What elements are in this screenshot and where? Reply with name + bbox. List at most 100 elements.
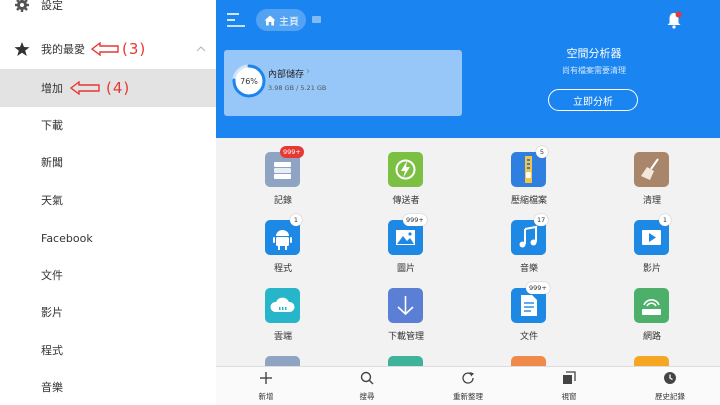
grid-item-archive[interactable]: 5 壓縮檔案 (469, 138, 589, 206)
sidebar-item-music[interactable]: 音樂 (0, 368, 216, 405)
sidebar-item-news[interactable]: 新聞 (0, 143, 216, 181)
grid-item-cloud[interactable]: 雲端 (223, 274, 343, 342)
broom-icon (634, 152, 669, 187)
plus-icon (260, 372, 272, 384)
grid-item-label: 雲端 (273, 332, 292, 342)
breadcrumb-folder-icon[interactable] (312, 16, 321, 23)
breadcrumb-home[interactable]: 主頁 (256, 9, 306, 31)
annotation-arrow-icon (91, 42, 119, 56)
annotation-arrow-icon (70, 81, 100, 95)
storage-card[interactable]: 76% 內部儲存 › 3.98 GB / 5.21 GB (224, 50, 462, 116)
bell-icon[interactable] (666, 11, 682, 29)
breadcrumb-label: 主頁 (279, 16, 299, 28)
grid-item-label: 程式 (273, 264, 292, 274)
sidebar-item-label: Facebook (41, 231, 93, 245)
grid-item-clean[interactable]: 清理 (592, 138, 712, 206)
home-icon (264, 15, 276, 25)
grid-item-label: 壓縮檔案 (510, 196, 547, 206)
grid-item-label: 文件 (519, 332, 538, 342)
chevron-up-icon[interactable] (196, 45, 206, 53)
grid-item-partial[interactable] (592, 342, 712, 366)
sidebar-item-label: 新聞 (41, 156, 63, 169)
grid-item-network[interactable]: 網路 (592, 274, 712, 342)
new-button[interactable]: 新增 (226, 367, 306, 405)
android-icon: 1 (265, 214, 302, 255)
sidebar-item-label: 下載 (41, 119, 63, 132)
sidebar-item-downloads[interactable]: 下載 (0, 106, 216, 144)
analyzer-title: 空間分析器 (566, 47, 622, 60)
storage-size: 3.98 GB / 5.21 GB (268, 84, 327, 92)
grid-item-label: 傳送者 (392, 196, 420, 206)
grid-item-download-manager[interactable]: 下載管理 (346, 274, 466, 342)
annotation-label: (4) (106, 79, 131, 97)
grid-item-documents[interactable]: 999+ 文件 (469, 274, 589, 342)
grid-item-video[interactable]: 1 影片 (592, 206, 712, 274)
sidebar-item-weather[interactable]: 天氣 (0, 181, 216, 219)
star-icon (14, 42, 30, 56)
clock-icon (664, 372, 676, 384)
category-grid: 999+ 記錄 傳送者 5 壓縮檔案 清理 1 程式 999+ 圖片 17 音樂… (216, 138, 720, 366)
grid-item-label: 下載管理 (387, 332, 424, 342)
grid-item-music[interactable]: 17 音樂 (469, 206, 589, 274)
sidebar-item-label: 影片 (41, 306, 63, 319)
sidebar-item-label: 我的最愛 (41, 43, 85, 56)
grid-item-apps[interactable]: 1 程式 (223, 206, 343, 274)
analyzer-subtitle: 尚有檔案需要清理 (562, 66, 626, 75)
video-icon: 1 (634, 214, 671, 255)
cloud-icon (265, 288, 300, 323)
grid-item-records[interactable]: 999+ 記錄 (223, 138, 343, 206)
windows-icon (563, 371, 576, 384)
search-button[interactable]: 搜尋 (327, 367, 407, 405)
bottom-toolbar: 新增 搜尋 重新整理 視窗 歷史記錄 (216, 366, 720, 405)
chevron-right-icon: › (306, 66, 310, 77)
sidebar-item-label: 增加 (41, 82, 63, 95)
archive-icon: 5 (511, 146, 548, 187)
download-icon (388, 288, 423, 323)
sidebar-item-settings[interactable]: 設定 (0, 0, 216, 24)
app-icon (265, 356, 300, 366)
sidebar-item-facebook[interactable]: Facebook (0, 219, 216, 257)
sidebar-item-label: 程式 (41, 344, 63, 357)
sidebar-item-apps[interactable]: 程式 (0, 331, 216, 369)
grid-item-sender[interactable]: 傳送者 (346, 138, 466, 206)
storage-usage-ring: 76% (232, 64, 266, 98)
sidebar-item-label: 設定 (41, 0, 63, 12)
sidebar-item-label: 天氣 (41, 194, 63, 207)
documents-badge: 999+ (526, 282, 550, 294)
search-label: 搜尋 (359, 392, 375, 401)
music-badge: 17 (534, 214, 549, 226)
records-icon: 999+ (265, 146, 304, 187)
video-badge: 1 (659, 214, 671, 226)
menu-icon[interactable] (226, 12, 246, 28)
analyze-now-button[interactable]: 立即分析 (548, 89, 638, 111)
document-icon: 999+ (511, 282, 550, 323)
grid-item-partial[interactable] (346, 342, 466, 366)
gear-icon (15, 0, 29, 12)
sidebar-item-video[interactable]: 影片 (0, 293, 216, 331)
sidebar-item-label: 文件 (41, 269, 63, 282)
sidebar-item-documents[interactable]: 文件 (0, 256, 216, 294)
refresh-button[interactable]: 重新整理 (428, 367, 508, 405)
refresh-icon (462, 372, 474, 384)
sidebar-item-label: 音樂 (41, 381, 63, 394)
history-label: 歷史記錄 (655, 392, 685, 401)
windows-label: 視窗 (561, 392, 577, 401)
apps-badge: 1 (290, 214, 302, 226)
windows-button[interactable]: 視窗 (529, 367, 609, 405)
router-icon (634, 288, 669, 323)
music-note-icon: 17 (511, 214, 549, 255)
grid-item-partial[interactable] (469, 342, 589, 366)
sender-icon (388, 152, 423, 187)
grid-item-label: 音樂 (519, 264, 538, 274)
image-icon: 999+ (388, 214, 427, 255)
main-panel: 主頁 76% 內部儲存 › 3.98 GB / 5.21 GB 空間分析器 尚有… (216, 0, 720, 405)
refresh-label: 重新整理 (453, 392, 483, 401)
history-button[interactable]: 歷史記錄 (630, 367, 710, 405)
grid-item-label: 網路 (642, 332, 661, 342)
storage-percent: 76% (240, 77, 258, 86)
grid-item-partial[interactable] (223, 342, 343, 366)
new-label: 新增 (258, 392, 274, 401)
grid-item-images[interactable]: 999+ 圖片 (346, 206, 466, 274)
sidebar: 設定 我的最愛 增加 下載 新聞 天氣 Facebook 文件 影片 程式 音樂… (0, 0, 216, 405)
grid-item-label: 圖片 (396, 264, 415, 274)
